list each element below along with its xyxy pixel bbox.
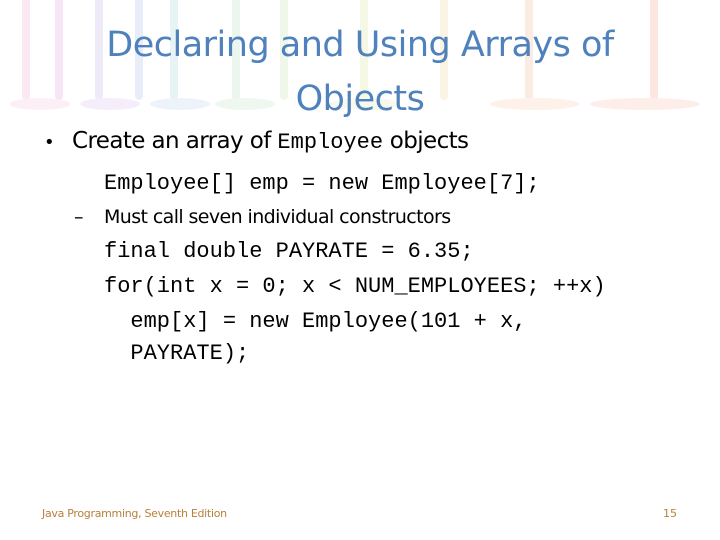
code-line-array-declaration: Employee[] emp = new Employee[7]; [104,171,540,196]
bullet-icon: • [44,132,55,153]
footer-page-number: 15 [663,507,677,520]
slide-title: Declaring and Using Arrays of Objects [106,25,614,119]
code-line: for(int x = 0; x < NUM_EMPLOYEES; ++x) [104,274,606,299]
code-line: emp[x] = new Employee(101 + x, [104,309,527,334]
bullet-item: • Create an array of Employee objects [44,128,469,155]
drip [22,0,30,100]
sub-bullet-text: Must call seven individual constructors [104,206,451,228]
code-line: PAYRATE); [104,341,250,366]
bullet-text-after: objects [383,128,469,154]
code-line: final double PAYRATE = 6.35; [104,239,474,264]
bullet-text-before: Create an array of [72,128,278,154]
footer-book-title: Java Programming, Seventh Edition [42,507,227,520]
sub-bullet-item: – Must call seven individual constructors [74,206,451,228]
bullet-code-word: Employee [277,130,384,155]
dash-icon: – [74,206,84,228]
